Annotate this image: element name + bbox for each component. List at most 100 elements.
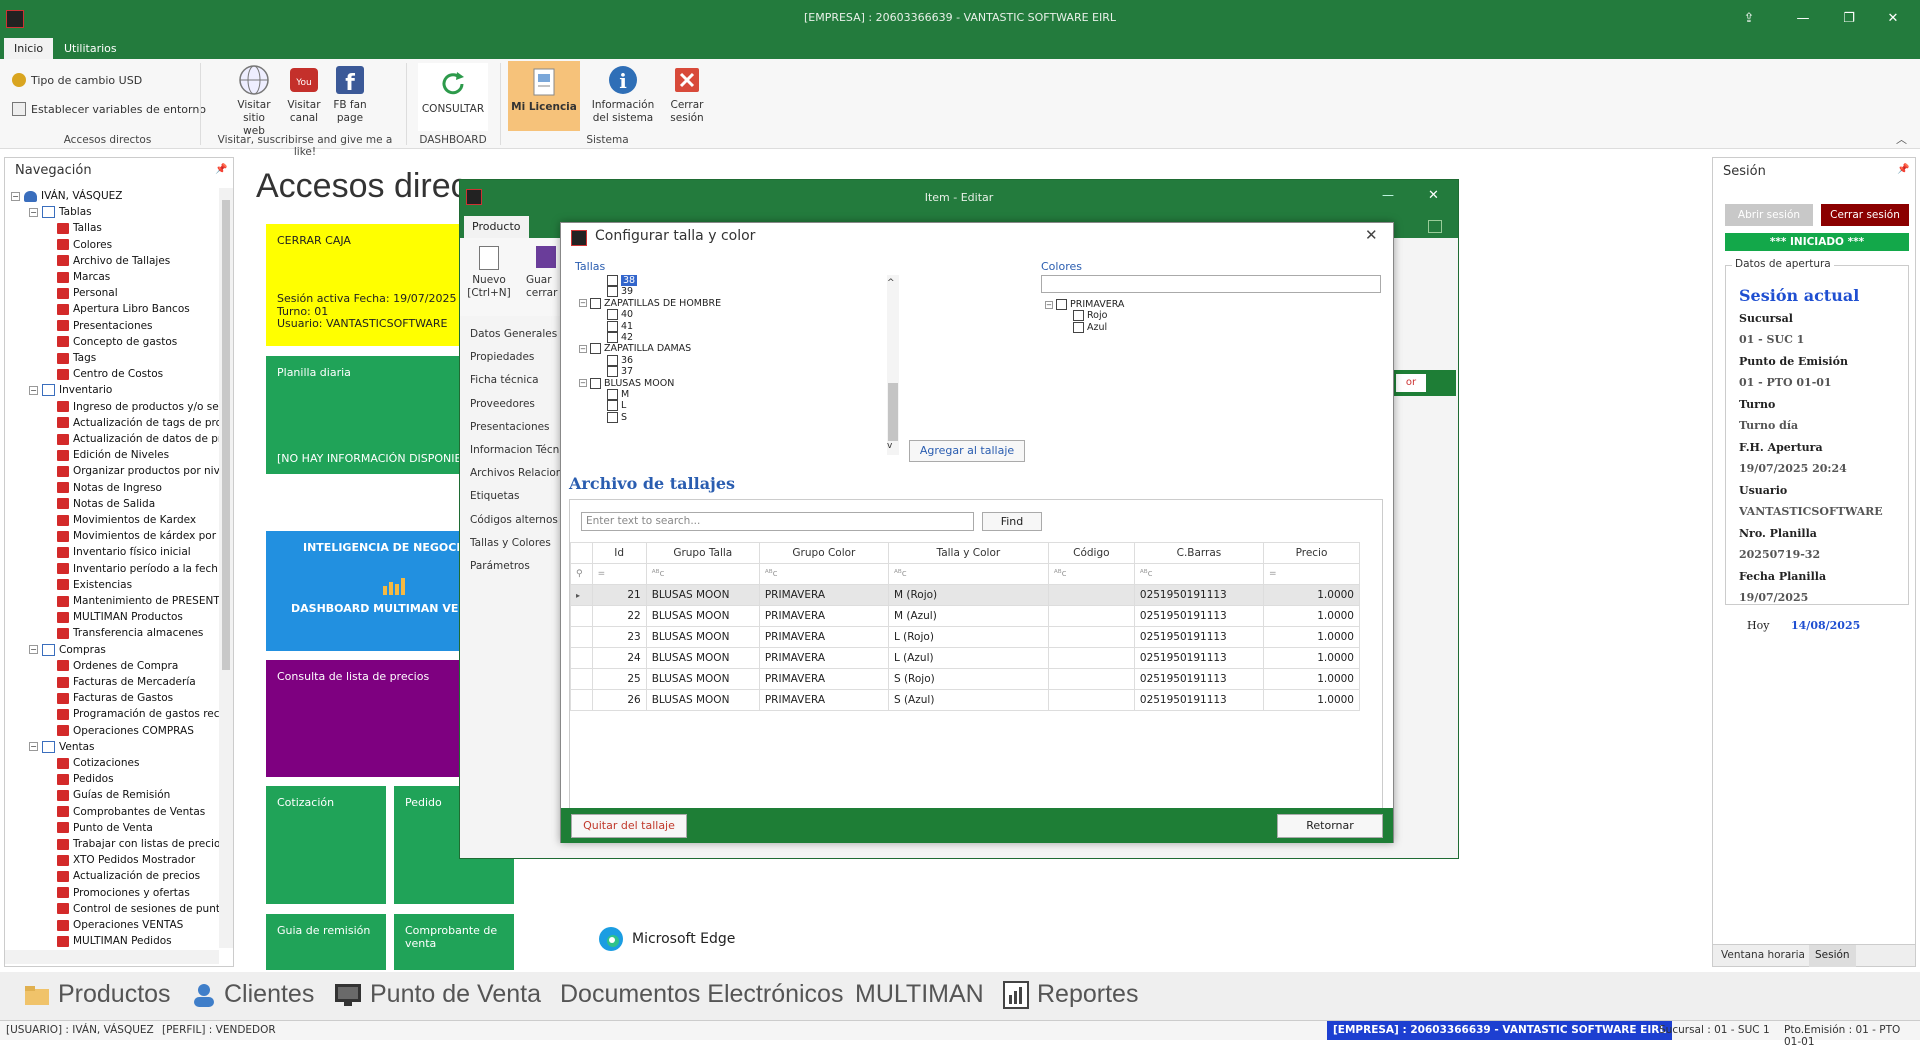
collapse-icon[interactable]: − [579,344,587,353]
nav-group-inventario[interactable]: − Inventario [29,382,112,398]
filter-cell[interactable]: ᴬᴮc [887,563,1049,585]
nav-item[interactable]: Mantenimiento de PRESENTA [57,593,219,609]
table-row[interactable]: 23 BLUSAS MOON PRIMAVERA L (Rojo) 0251950191… [570,626,1360,648]
checkbox[interactable] [590,297,601,309]
nav-item[interactable]: Personal [57,285,118,301]
nav-item[interactable]: Operaciones COMPRAS [57,723,194,739]
nav-scrollbar[interactable] [219,188,233,948]
nav-item[interactable]: Facturas de Gastos [57,690,173,706]
tree-leaf-node[interactable]: 42 [607,332,633,343]
dialog-close-button[interactable]: ✕ [1365,226,1378,244]
checkbox[interactable] [607,332,618,343]
column-header[interactable]: Id [591,542,647,564]
side-menu-item[interactable]: Proveedores [470,398,560,410]
cerrar-sesion-button[interactable]: Cerrar sesión [1821,204,1909,226]
filter-cell[interactable]: ᴬᴮc [1133,563,1265,585]
multiman-module[interactable]: MULTIMAN [855,980,984,1009]
nav-item[interactable]: Cotizaciones [57,755,139,771]
consultar-button[interactable]: CONSULTAR [418,63,488,131]
partial-button[interactable]: or [1396,374,1426,392]
checkbox[interactable] [607,320,618,332]
collapse-icon[interactable]: − [579,379,587,388]
collapse-icon[interactable]: − [29,385,38,395]
column-header[interactable]: Código [1047,542,1135,564]
nav-item[interactable]: Control de sesiones de punt [57,901,219,917]
nav-item[interactable]: Promociones y ofertas [57,885,190,901]
table-row[interactable]: 24 BLUSAS MOON PRIMAVERA L (Azul) 0251950191… [570,647,1360,669]
nav-item[interactable]: Programación de gastos rec [57,706,219,722]
tree-leaf-node[interactable]: Rojo [1073,310,1107,322]
nav-item[interactable]: Facturas de Mercadería [57,674,196,690]
pin-icon[interactable]: 📌 [215,164,227,175]
nav-item[interactable]: Inventario físico inicial [57,544,191,560]
nav-item[interactable]: Organizar productos por niv [57,463,219,479]
nav-item[interactable]: Movimientos de Kardex [57,512,196,528]
pin-icon[interactable]: 📌 [1897,164,1909,175]
colores-filter-input[interactable] [1041,275,1381,293]
collapse-icon[interactable]: − [29,645,38,655]
nav-item[interactable]: Actualización de precios [57,868,200,884]
quitar-tallaje-button[interactable]: Quitar del tallaje [571,814,687,838]
tab-utilitarios[interactable]: Utilitarios [54,38,127,59]
checkbox[interactable] [607,275,618,286]
nav-item[interactable]: Punto de Venta [57,820,153,836]
side-menu-item[interactable]: Ficha técnica [470,374,560,386]
column-header[interactable]: Talla y Color [887,542,1049,564]
ribbon-options-icon[interactable] [1428,220,1442,233]
nav-item[interactable]: Trabajar con listas de precio [57,836,219,852]
side-menu-item[interactable]: Archivos Relaciona [470,467,560,479]
tree-leaf-node[interactable]: 37 [607,366,633,378]
collapse-icon[interactable]: − [11,191,20,201]
tree-leaf-node[interactable]: 36 [607,354,633,366]
nav-item[interactable]: Ingreso de productos y/o se [57,399,219,415]
tree-leaf-node[interactable]: 40 [607,309,633,321]
tree-leaf-node[interactable]: S [607,411,627,423]
collapse-icon[interactable]: − [579,299,587,308]
side-menu-item[interactable]: Etiquetas [470,490,560,502]
column-header[interactable]: Precio [1263,542,1360,564]
table-row[interactable]: 26 BLUSAS MOON PRIMAVERA S (Azul) 0251950191… [570,689,1360,711]
cerrar-sesion-ribbon-button[interactable]: Cerrar sesión [664,63,710,125]
nav-item[interactable]: Presentaciones [57,318,153,334]
productos-module[interactable]: Productos [24,980,171,1009]
nav-item[interactable]: XTO Pedidos Mostrador [57,852,195,868]
checkbox[interactable] [607,309,618,321]
guardar-cerrar-button[interactable]: Guar cerrar [526,246,557,300]
nav-item[interactable]: Inventario período a la fech [57,561,218,577]
cotizacion-tile[interactable]: Cotización [266,786,386,904]
nav-item[interactable]: Marcas [57,269,110,285]
agregar-tallaje-button[interactable]: Agregar al tallaje [909,440,1025,462]
tallas-scrollbar[interactable]: ^ v [887,275,899,455]
side-menu-item[interactable]: Datos Generales [470,328,560,340]
tree-leaf-node[interactable]: 38 [607,275,638,286]
nav-group-tablas[interactable]: − Tablas [29,204,92,220]
tree-leaf-node[interactable]: 39 [607,286,633,298]
nav-item[interactable]: Notas de Salida [57,496,155,512]
nav-group-ventas[interactable]: − Ventas [29,739,95,755]
establecer-variables-button[interactable]: Establecer variables de entorno [12,102,206,116]
side-menu-item[interactable]: Tallas y Colores [470,537,560,549]
nav-item[interactable]: Existencias [57,577,132,593]
collapse-ribbon-icon[interactable]: ︿ [1896,131,1907,147]
nuevo-button[interactable]: Nuevo [Ctrl+N] [466,246,512,300]
table-row[interactable]: 22 BLUSAS MOON PRIMAVERA M (Azul) 0251950191… [570,605,1360,627]
checkbox[interactable] [607,354,618,366]
nav-item[interactable]: Actualización de datos de pr [57,431,219,447]
minimize-button[interactable]: — [1790,9,1816,29]
visitar-web-button[interactable]: Visitar sitio web [232,63,276,138]
tree-leaf-node[interactable]: L [607,400,626,412]
restore-ribbon-icon[interactable]: ⇪ [1736,9,1762,29]
checkbox[interactable] [1073,321,1084,333]
checkbox[interactable] [607,389,618,400]
close-button[interactable]: ✕ [1428,188,1439,203]
guia-remision-tile[interactable]: Guia de remisión [266,914,386,970]
punto-venta-module[interactable]: Punto de Venta [334,980,541,1009]
checkbox[interactable] [607,366,618,378]
find-button[interactable]: Find [982,512,1042,531]
comprobante-tile[interactable]: Comprobante de venta [394,914,514,970]
visitar-canal-button[interactable]: You Visitar canal [284,63,324,125]
checkbox[interactable] [607,400,618,412]
checkbox[interactable] [1056,299,1067,310]
filter-cell[interactable]: ᴬᴮc [758,563,889,585]
nav-item[interactable]: MULTIMAN Pedidos [57,933,172,948]
